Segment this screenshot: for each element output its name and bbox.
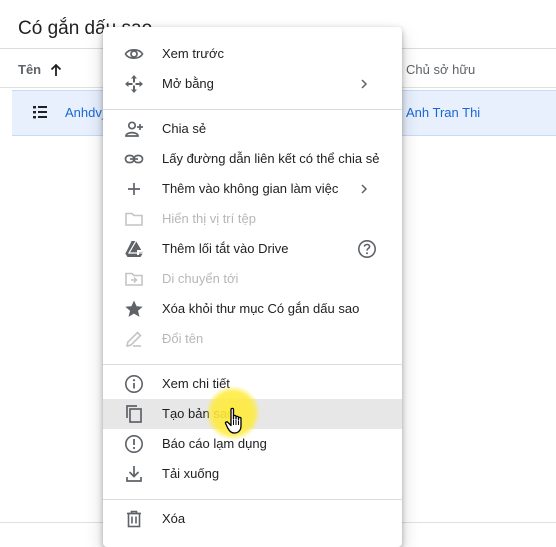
download-icon xyxy=(124,464,144,484)
menu-separator xyxy=(103,109,402,110)
menu-item-move-to: Di chuyển tới xyxy=(103,264,402,294)
column-header-name[interactable]: Tên xyxy=(18,62,63,77)
context-menu: Xem trước Mở bằng Chia sẻ Lấy đường dẫn … xyxy=(103,27,402,547)
star-icon xyxy=(124,299,144,319)
plus-icon xyxy=(124,179,144,199)
help-icon[interactable] xyxy=(357,239,377,259)
file-owner: Anh Tran Thi xyxy=(406,105,481,120)
menu-item-get-link[interactable]: Lấy đường dẫn liên kết có thể chia sẻ xyxy=(103,144,402,174)
menu-item-label: Di chuyển tới xyxy=(162,271,239,286)
trash-icon xyxy=(124,509,144,529)
menu-item-label: Đổi tên xyxy=(162,331,204,346)
menu-item-rename: Đổi tên xyxy=(103,324,402,354)
drive-shortcut-icon xyxy=(124,239,144,259)
menu-item-show-file-location: Hiển thị vị trí tệp xyxy=(103,204,402,234)
menu-item-label: Tải xuống xyxy=(162,466,220,481)
menu-item-preview[interactable]: Xem trước xyxy=(103,39,402,69)
menu-separator xyxy=(103,499,402,500)
sort-arrow-up-icon xyxy=(50,63,62,76)
pencil-icon xyxy=(124,329,144,349)
menu-item-report-abuse[interactable]: Báo cáo lạm dụng xyxy=(103,429,402,459)
report-icon xyxy=(124,434,144,454)
document-list-icon xyxy=(33,106,47,119)
menu-item-delete[interactable]: Xóa xyxy=(103,504,402,534)
chevron-right-icon xyxy=(361,79,368,89)
move-arrows-icon xyxy=(124,74,144,94)
menu-item-label: Lấy đường dẫn liên kết có thể chia sẻ xyxy=(162,151,380,166)
eye-icon xyxy=(124,44,144,64)
link-icon xyxy=(124,149,144,169)
menu-item-label: Báo cáo lạm dụng xyxy=(162,436,267,451)
column-name-label: Tên xyxy=(18,62,42,77)
menu-item-add-shortcut[interactable]: Thêm lối tắt vào Drive xyxy=(103,234,402,264)
menu-item-share[interactable]: Chia sẻ xyxy=(103,114,402,144)
move-to-folder-icon xyxy=(124,269,144,289)
chevron-right-icon xyxy=(361,184,368,194)
menu-item-download[interactable]: Tải xuống xyxy=(103,459,402,489)
menu-item-label: Xem trước xyxy=(162,46,225,61)
menu-item-label: Thêm vào không gian làm việc xyxy=(162,181,339,196)
menu-item-remove-from-starred[interactable]: Xóa khỏi thư mục Có gắn dấu sao xyxy=(103,294,402,324)
menu-item-label: Xóa khỏi thư mục Có gắn dấu sao xyxy=(162,301,360,316)
menu-item-label: Chia sẻ xyxy=(162,121,207,136)
menu-item-open-with[interactable]: Mở bằng xyxy=(103,69,402,99)
info-icon xyxy=(124,374,144,394)
copy-icon xyxy=(124,404,144,424)
menu-item-label: Xóa xyxy=(162,511,186,526)
menu-item-label: Thêm lối tắt vào Drive xyxy=(162,241,289,256)
person-add-icon xyxy=(124,119,144,139)
column-header-owner[interactable]: Chủ sở hữu xyxy=(406,62,475,77)
hand-pointer-icon xyxy=(224,407,242,434)
menu-item-add-to-workspace[interactable]: Thêm vào không gian làm việc xyxy=(103,174,402,204)
menu-separator xyxy=(103,364,402,365)
folder-icon xyxy=(124,209,144,229)
menu-item-label: Mở bằng xyxy=(162,76,214,91)
menu-item-label: Hiển thị vị trí tệp xyxy=(162,211,256,226)
